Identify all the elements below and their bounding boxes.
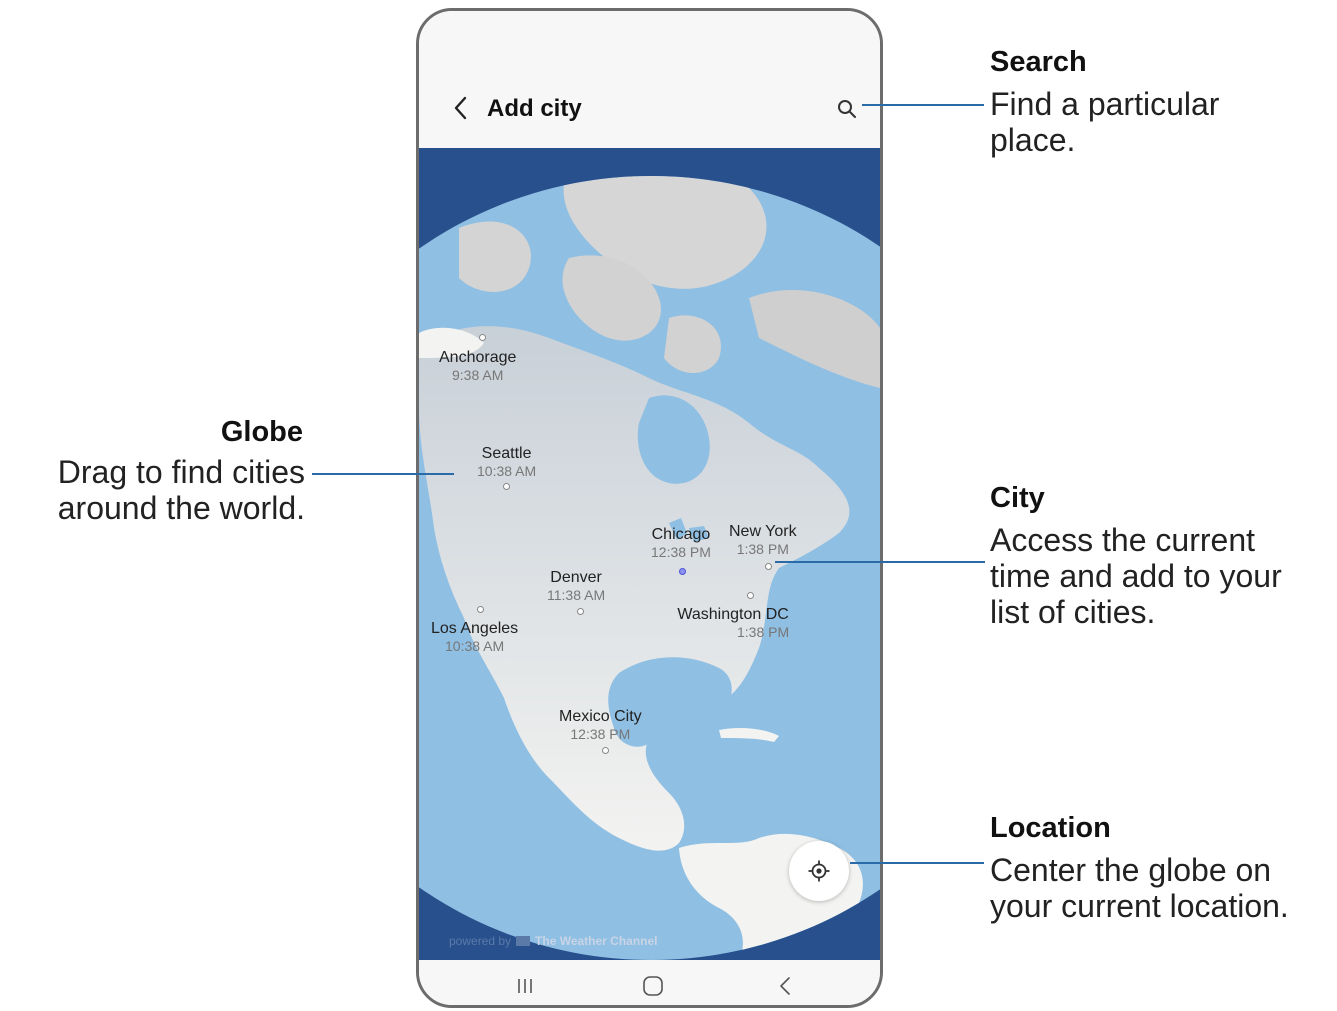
city-los-angeles[interactable]: Los Angeles 10:38 AM: [431, 620, 518, 654]
callout-search-title: Search: [990, 46, 1087, 78]
city-time: 9:38 AM: [452, 367, 504, 383]
callout-location-leader: [850, 862, 984, 864]
callout-search-leader: [862, 104, 984, 106]
recents-button[interactable]: [511, 972, 539, 1000]
city-time: 11:38 AM: [547, 587, 606, 603]
attribution-brand: The Weather Channel: [535, 934, 658, 948]
city-name: Denver: [550, 569, 602, 586]
my-location-icon: [808, 860, 830, 882]
search-button[interactable]: [835, 97, 859, 121]
city-anchorage[interactable]: Anchorage 9:38 AM: [439, 349, 516, 383]
city-marker[interactable]: [479, 334, 486, 341]
city-seattle[interactable]: Seattle 10:38 AM: [477, 445, 536, 479]
city-time: 1:38 PM: [737, 624, 790, 640]
city-time: 10:38 AM: [445, 638, 505, 654]
attribution: powered by The Weather Channel: [449, 934, 658, 948]
city-marker[interactable]: [577, 608, 584, 615]
city-time: 12:38 PM: [651, 544, 711, 560]
city-name: Anchorage: [439, 349, 517, 366]
nav-back-button[interactable]: [771, 972, 799, 1000]
phone-frame: Add city Anchorage 9:38 AM Seattle 10:38…: [416, 8, 883, 1008]
callout-globe-leader: [312, 473, 454, 475]
city-name: Seattle: [481, 445, 532, 462]
callout-globe-desc: Drag to find cities around the world.: [57, 454, 305, 526]
city-marker-current[interactable]: [679, 568, 686, 575]
city-marker[interactable]: [765, 563, 772, 570]
city-marker[interactable]: [477, 606, 484, 613]
city-mexico-city[interactable]: Mexico City 12:38 PM: [559, 708, 642, 742]
home-icon: [643, 976, 663, 996]
home-button[interactable]: [639, 972, 667, 1000]
city-washington-dc[interactable]: Washington DC 1:38 PM: [677, 606, 789, 640]
callout-globe-title: Globe: [220, 416, 303, 448]
city-denver[interactable]: Denver 11:38 AM: [547, 569, 605, 603]
search-icon: [838, 100, 856, 118]
callout-city-leader: [775, 561, 985, 563]
recents-icon: [518, 979, 532, 993]
city-name: Chicago: [651, 526, 711, 543]
back-button[interactable]: [447, 95, 473, 121]
callout-city-title: City: [990, 482, 1045, 514]
callout-location-desc: Center the globe on your current locatio…: [990, 852, 1289, 924]
chevron-left-icon: [454, 96, 467, 120]
system-nav-bar: [419, 960, 880, 1005]
weather-channel-logo-icon: [516, 936, 531, 946]
city-chicago[interactable]: Chicago 12:38 PM: [651, 526, 711, 560]
callout-city-desc: Access the current time and add to your …: [990, 522, 1282, 630]
city-new-york[interactable]: New York 1:38 PM: [729, 523, 797, 557]
callout-search-desc: Find a particular place.: [990, 86, 1220, 158]
city-marker[interactable]: [602, 747, 609, 754]
city-name: Mexico City: [559, 708, 642, 725]
city-name: New York: [729, 523, 797, 540]
callout-location-title: Location: [990, 812, 1111, 844]
city-time: 10:38 AM: [477, 463, 537, 479]
page-title: Add city: [487, 95, 582, 122]
globe-graphic: [419, 176, 880, 960]
city-time: 1:38 PM: [736, 541, 789, 557]
city-marker[interactable]: [503, 483, 510, 490]
city-name: Los Angeles: [431, 620, 519, 637]
city-name: Washington DC: [677, 606, 789, 623]
back-icon: [780, 977, 790, 995]
attribution-prefix: powered by: [449, 934, 512, 948]
location-button[interactable]: [789, 841, 849, 901]
city-marker[interactable]: [747, 592, 754, 599]
globe-map[interactable]: Anchorage 9:38 AM Seattle 10:38 AM Chica…: [419, 148, 880, 960]
city-time: 12:38 PM: [570, 726, 631, 742]
app-bar: Add city: [419, 11, 880, 148]
